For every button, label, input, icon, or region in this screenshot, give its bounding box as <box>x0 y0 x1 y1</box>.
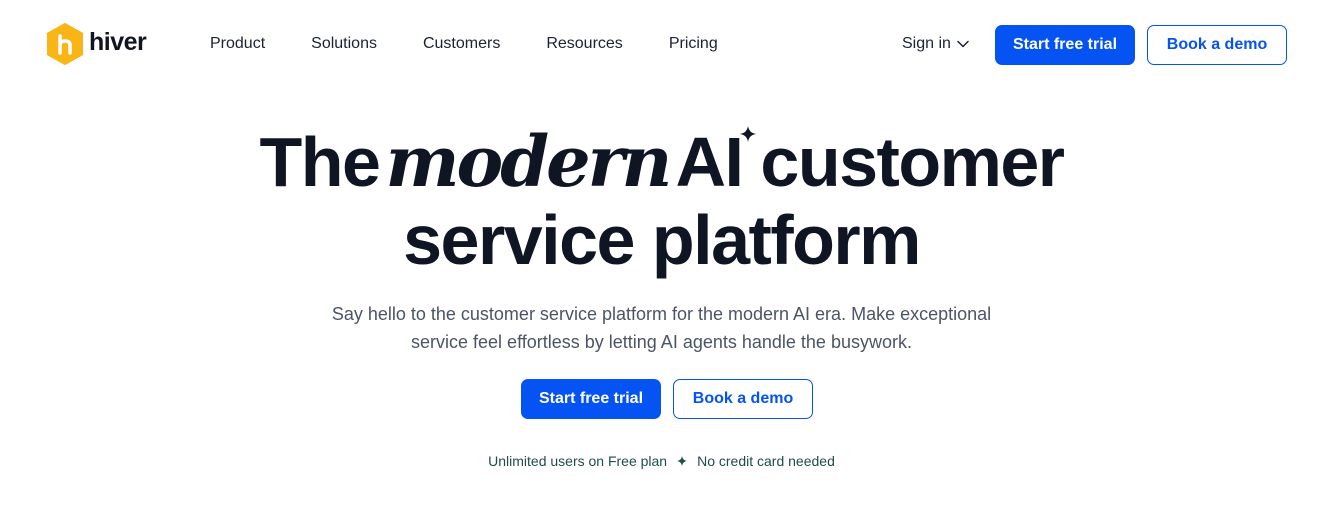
nav-link-solutions[interactable]: Solutions <box>311 35 377 53</box>
hero-start-free-trial-button[interactable]: Start free trial <box>521 379 661 419</box>
nav-link-product[interactable]: Product <box>210 35 265 53</box>
sparkle-separator-icon <box>677 456 688 466</box>
title-word-customer: customer <box>760 123 1065 201</box>
hero-footnote: Unlimited users on Free plan No credit c… <box>0 453 1323 469</box>
hiver-logo[interactable]: hiver <box>46 23 147 65</box>
hero-subtitle: Say hello to the customer service platfo… <box>0 300 1323 356</box>
hero-title-line2: service platform <box>403 201 921 279</box>
sign-in-label: Sign in <box>902 35 951 52</box>
nav-links: Product Solutions Customers Resources Pr… <box>210 35 764 53</box>
nav-link-customers[interactable]: Customers <box>423 35 500 53</box>
hero-title-line1: ThemodernAI customer <box>0 122 1323 202</box>
sparkle-icon <box>740 126 757 142</box>
hero-subtitle-line1: Say hello to the customer service platfo… <box>331 304 992 324</box>
nav-start-free-trial-button[interactable]: Start free trial <box>995 25 1135 65</box>
logo-wordmark: hiver <box>89 28 147 56</box>
title-word-ai: AI <box>675 123 744 201</box>
nav-link-resources[interactable]: Resources <box>546 35 622 53</box>
hero-book-demo-button[interactable]: Book a demo <box>673 379 813 419</box>
chevron-down-icon <box>957 40 969 48</box>
top-navbar: hiver Product Solutions Customers Resour… <box>0 0 1323 90</box>
footnote-unlimited-users: Unlimited users on Free plan <box>488 453 668 469</box>
nav-book-demo-button[interactable]: Book a demo <box>1147 25 1287 65</box>
hero-subtitle-line2: service feel effortless by letting AI ag… <box>411 332 912 352</box>
footnote-no-credit-card: No credit card needed <box>697 453 835 469</box>
title-word-modern: modern <box>385 120 672 203</box>
hiver-hexagon-icon <box>47 23 83 65</box>
nav-link-pricing[interactable]: Pricing <box>669 35 718 53</box>
title-ai-wrap: AI <box>675 122 757 202</box>
title-word-the: The <box>259 123 380 201</box>
sign-in-dropdown[interactable]: Sign in <box>902 35 969 53</box>
